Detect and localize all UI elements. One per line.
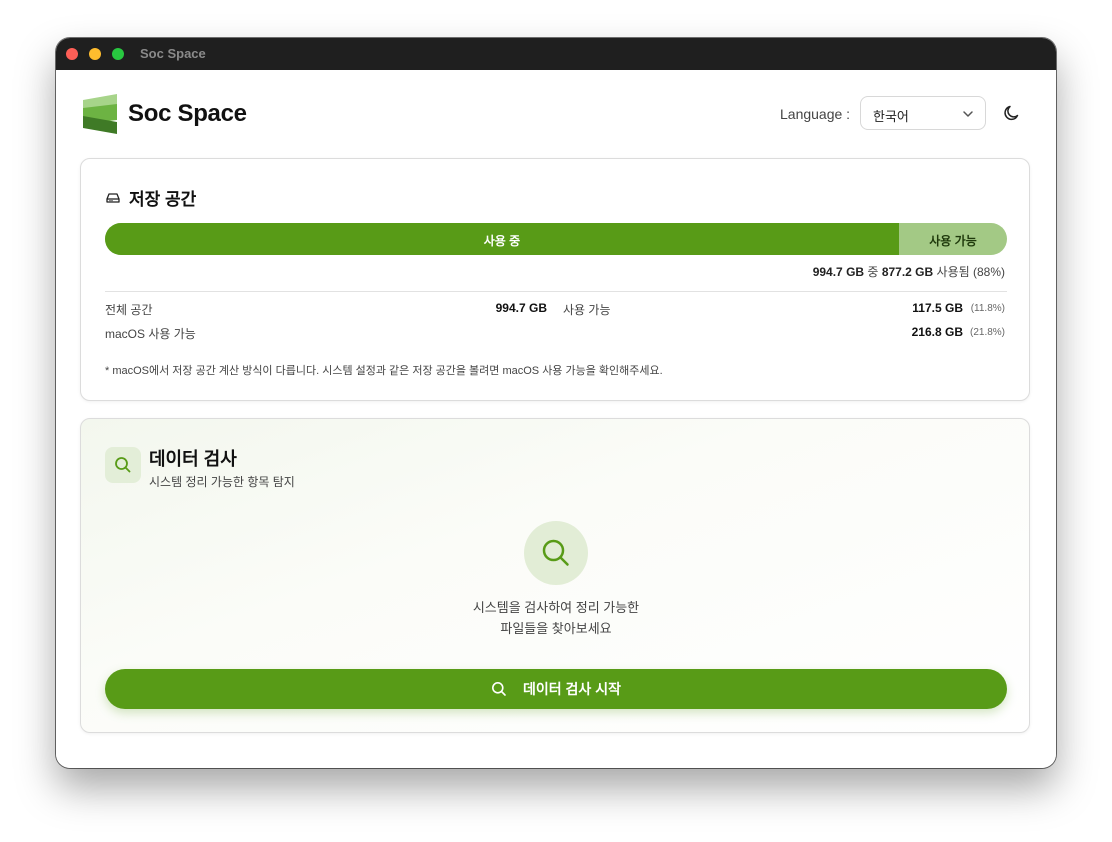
storage-note: * macOS에서 저장 공간 계산 방식이 다릅니다. 시스템 설정과 같은 … — [105, 365, 663, 377]
scan-message-line2: 파일들을 찾아보세요 — [500, 621, 612, 636]
total-space-label: 전체 공간 — [105, 303, 153, 317]
search-icon — [115, 457, 131, 473]
scan-message: 시스템을 검사하여 정리 가능한 파일들을 찾아보세요 — [81, 597, 1031, 639]
start-scan-button[interactable]: 데이터 검사 시작 — [105, 669, 1007, 709]
storage-usage-bar: 사용 중 사용 가능 — [105, 223, 1007, 255]
summary-suffix: 사용됨 (88%) — [936, 265, 1005, 279]
scan-subtitle: 시스템 정리 가능한 항목 탐지 — [149, 475, 295, 489]
start-scan-label: 데이터 검사 시작 — [523, 681, 621, 697]
data-scan-card: 데이터 검사 시스템 정리 가능한 항목 탐지 시스템을 검사하여 정리 가능한… — [80, 418, 1030, 733]
maximize-window-button[interactable] — [112, 48, 124, 60]
language-select[interactable]: 한국어 — [860, 96, 986, 130]
storage-card: 저장 공간 사용 중 사용 가능 994.7 GB 중 877.2 GB 사용됨… — [80, 158, 1030, 401]
language-selected-value: 한국어 — [873, 109, 909, 124]
storage-divider — [105, 291, 1007, 292]
available-space-percent: (11.8%) — [970, 303, 1005, 314]
app-logo-icon — [83, 94, 117, 134]
minimize-window-button[interactable] — [89, 48, 101, 60]
close-window-button[interactable] — [66, 48, 78, 60]
main-content: Soc Space Language : 한국어 저장 공간 사용 중 사용 가… — [56, 70, 1056, 768]
summary-used: 877.2 GB — [881, 265, 934, 279]
app-name: Soc Space — [128, 100, 247, 127]
summary-middle: 중 — [867, 265, 879, 279]
storage-available-label: 사용 가능 — [929, 234, 977, 248]
scan-title: 데이터 검사 — [149, 449, 237, 469]
macos-available-percent: (21.8%) — [969, 327, 1005, 338]
storage-usage-summary: 994.7 GB 중 877.2 GB 사용됨 (88%) — [813, 263, 1005, 280]
hard-drive-icon — [106, 192, 120, 203]
title-bar: Soc Space — [56, 38, 1056, 70]
start-scan-button-content: 데이터 검사 시작 — [105, 669, 1007, 709]
language-label: Language : — [780, 106, 851, 122]
available-space-value: 117.5 GB — [912, 301, 963, 315]
macos-available-label: macOS 사용 가능 — [105, 327, 196, 341]
moon-icon[interactable] — [1002, 103, 1022, 123]
storage-used-label: 사용 중 — [483, 234, 521, 248]
total-space-value: 994.7 GB — [495, 301, 547, 315]
search-icon — [542, 539, 569, 566]
app-window: Soc Space Soc Space Language : 한국어 저장 공간… — [56, 38, 1056, 768]
storage-title: 저장 공간 — [129, 190, 197, 209]
scan-header-icon-box — [105, 447, 141, 483]
scan-message-line1: 시스템을 검사하여 정리 가능한 — [472, 600, 640, 615]
macos-available-value: 216.8 GB — [911, 325, 963, 339]
chevron-down-icon — [963, 111, 973, 117]
summary-total: 994.7 GB — [812, 265, 865, 279]
scan-illustration — [524, 521, 588, 585]
window-title: Soc Space — [140, 46, 206, 61]
available-space-label: 사용 가능 — [563, 303, 611, 317]
storage-header: 저장 공간 — [105, 185, 196, 210]
search-icon — [492, 682, 506, 696]
